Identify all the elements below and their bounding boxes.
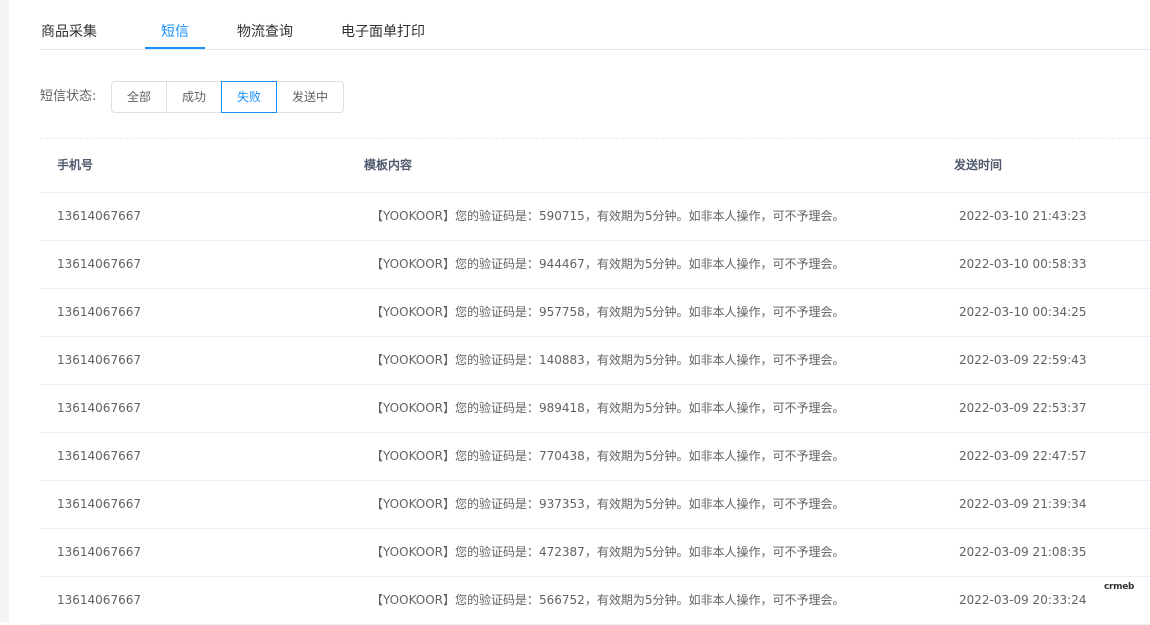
cell-time: 2022-03-09 20:33:24 xyxy=(959,593,1087,607)
cell-phone: 13614067667 xyxy=(57,497,141,511)
sms-table: 手机号 模板内容 发送时间 13614067667 【YOOKOOR】您的验证码… xyxy=(40,139,1150,625)
cell-time: 2022-03-10 21:43:23 xyxy=(959,209,1087,223)
table-row: 13614067667 【YOOKOOR】您的验证码是：944467，有效期为5… xyxy=(40,241,1150,289)
tab-waybill-print[interactable]: 电子面单打印 xyxy=(341,0,425,50)
table-row: 13614067667 【YOOKOOR】您的验证码是：770438，有效期为5… xyxy=(40,433,1150,481)
cell-phone: 13614067667 xyxy=(57,209,141,223)
cell-time: 2022-03-09 21:39:34 xyxy=(959,497,1087,511)
cell-phone: 13614067667 xyxy=(57,305,141,319)
table-row: 13614067667 【YOOKOOR】您的验证码是：140883，有效期为5… xyxy=(40,337,1150,385)
header-phone: 手机号 xyxy=(57,158,94,172)
tab-bar: 商品采集 短信 物流查询 电子面单打印 xyxy=(40,0,1150,50)
cell-time: 2022-03-09 22:47:57 xyxy=(959,449,1087,463)
table-row: 13614067667 【YOOKOOR】您的验证码是：590715，有效期为5… xyxy=(40,193,1150,241)
cell-content: 【YOOKOOR】您的验证码是：944467，有效期为5分钟。如非本人操作，可不… xyxy=(371,257,845,271)
cell-time: 2022-03-10 00:58:33 xyxy=(959,257,1087,271)
cell-content: 【YOOKOOR】您的验证码是：770438，有效期为5分钟。如非本人操作，可不… xyxy=(371,449,845,463)
header-time: 发送时间 xyxy=(954,158,1003,172)
cell-phone: 13614067667 xyxy=(57,257,141,271)
tab-product-collect[interactable]: 商品采集 xyxy=(41,0,97,50)
tab-logistics-query[interactable]: 物流查询 xyxy=(237,0,293,50)
brand-logo: crmeb xyxy=(1104,582,1135,592)
table-row: 13614067667 【YOOKOOR】您的验证码是：937353，有效期为5… xyxy=(40,481,1150,529)
cell-content: 【YOOKOOR】您的验证码是：989418，有效期为5分钟。如非本人操作，可不… xyxy=(371,401,845,415)
cell-time: 2022-03-10 00:34:25 xyxy=(959,305,1087,319)
cell-content: 【YOOKOOR】您的验证码是：472387，有效期为5分钟。如非本人操作，可不… xyxy=(371,545,845,559)
cell-time: 2022-03-09 22:53:37 xyxy=(959,401,1087,415)
tab-sms[interactable]: 短信 xyxy=(161,0,189,50)
header-content: 模板内容 xyxy=(364,158,413,172)
table-row: 13614067667 【YOOKOOR】您的验证码是：989418，有效期为5… xyxy=(40,385,1150,433)
status-option-success[interactable]: 成功 xyxy=(166,81,222,113)
left-side-strip xyxy=(0,0,9,622)
cell-content: 【YOOKOOR】您的验证码是：566752，有效期为5分钟。如非本人操作，可不… xyxy=(371,593,845,607)
cell-phone: 13614067667 xyxy=(57,401,141,415)
cell-phone: 13614067667 xyxy=(57,353,141,367)
status-option-failed[interactable]: 失败 xyxy=(221,81,277,113)
active-tab-indicator xyxy=(145,47,205,49)
cell-time: 2022-03-09 22:59:43 xyxy=(959,353,1087,367)
filter-label: 短信状态: xyxy=(40,89,97,104)
cell-content: 【YOOKOOR】您的验证码是：590715，有效期为5分钟。如非本人操作，可不… xyxy=(371,209,845,223)
main-content: 商品采集 短信 物流查询 电子面单打印 短信状态: 全部 成功 失败 发送中 手… xyxy=(40,0,1150,625)
cell-phone: 13614067667 xyxy=(57,449,141,463)
cell-content: 【YOOKOOR】您的验证码是：937353，有效期为5分钟。如非本人操作，可不… xyxy=(371,497,845,511)
cell-phone: 13614067667 xyxy=(57,545,141,559)
cell-time: 2022-03-09 21:08:35 xyxy=(959,545,1087,559)
cell-content: 【YOOKOOR】您的验证码是：140883，有效期为5分钟。如非本人操作，可不… xyxy=(371,353,845,367)
table-row: 13614067667 【YOOKOOR】您的验证码是：957758，有效期为5… xyxy=(40,289,1150,337)
status-option-sending[interactable]: 发送中 xyxy=(276,81,344,113)
cell-phone: 13614067667 xyxy=(57,593,141,607)
table-row: 13614067667 【YOOKOOR】您的验证码是：472387，有效期为5… xyxy=(40,529,1150,577)
cell-content: 【YOOKOOR】您的验证码是：957758，有效期为5分钟。如非本人操作，可不… xyxy=(371,305,845,319)
table-header: 手机号 模板内容 发送时间 xyxy=(40,139,1150,193)
status-option-all[interactable]: 全部 xyxy=(111,81,167,113)
table-row: 13614067667 【YOOKOOR】您的验证码是：566752，有效期为5… xyxy=(40,577,1150,625)
